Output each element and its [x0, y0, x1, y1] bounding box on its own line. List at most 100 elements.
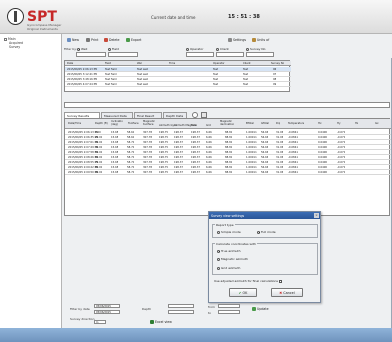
table-row[interactable]: 2015/06/05 2:08:26 PM 60.00 15.68 58.70 307.…	[65, 155, 391, 160]
excel-view-button[interactable]: Excel view	[150, 320, 172, 324]
survey-results-header: Data/Time Depth (ft) Inclination (deg) T…	[65, 119, 391, 129]
table-cell: 198.37	[191, 170, 201, 174]
print-button[interactable]: Print	[86, 38, 98, 42]
table-cell: 198.37	[174, 170, 184, 174]
filter-well-input[interactable]	[76, 52, 106, 57]
depth-from-input[interactable]	[168, 304, 194, 308]
table-cell: 6.66	[206, 165, 212, 169]
adjusted-azimuth-checkbox[interactable]: Use adjusted azimuth for final calculati…	[214, 279, 282, 283]
filter-client-input[interactable]	[216, 52, 244, 57]
ok-button[interactable]: ✔ OK	[229, 288, 257, 297]
table-row[interactable]: 2015/06/05 2:06:35 PM 20.00 15.68 58.60 307.…	[65, 135, 391, 140]
cancel-button[interactable]: ✖ Cancel	[271, 288, 303, 297]
date-to-input[interactable]: 05/06/2015	[94, 310, 120, 314]
toolbar: New Print Delete Export Settings Units o…	[62, 34, 392, 58]
magnetic-azimuth-radio[interactable]: Magnetic azimuth	[217, 257, 248, 261]
table-cell: 56.66	[261, 145, 269, 149]
table-cell: 56.66	[261, 150, 269, 154]
filter-option-well[interactable]: Well	[77, 47, 87, 51]
filter-option-field[interactable]: Field	[108, 47, 119, 51]
table-cell: 88.81	[225, 145, 233, 149]
table-cell: 2015/06/05 2:08:55 PM	[68, 160, 99, 164]
table-cell: 88.81	[225, 160, 233, 164]
units-button[interactable]: Units of	[252, 38, 269, 42]
table-cell: 198.75	[159, 135, 169, 139]
search-bar[interactable]	[64, 102, 390, 108]
table-cell: 198.75	[159, 140, 169, 144]
filter-option-operator[interactable]: Operator	[186, 47, 203, 51]
update-button[interactable]: Update	[252, 307, 269, 311]
table-cell: 198.75	[159, 130, 169, 134]
new-icon	[67, 38, 71, 42]
filter-option-client[interactable]: Client	[216, 47, 229, 51]
new-button[interactable]: New	[67, 38, 79, 42]
table-row[interactable]: 2015/06/05 4:07:24 PM Test field Test we…	[65, 82, 291, 87]
table-cell: 1.00011	[246, 170, 257, 174]
table-cell: 15.68	[111, 150, 119, 154]
filter-survey-input[interactable]	[246, 52, 274, 57]
date-from-input[interactable]: 05/06/2015	[94, 304, 120, 308]
range-to-input[interactable]	[218, 310, 240, 314]
expand-icon[interactable]	[4, 37, 7, 41]
table-row[interactable]: 2015/06/05 2:08:55 PM 70.00 15.68 58.70 307.…	[65, 160, 391, 165]
table-cell: 198.37	[174, 165, 184, 169]
table-cell: 88.81	[225, 170, 233, 174]
simple-mode-radio[interactable]: Simple mode	[217, 230, 241, 234]
delete-button[interactable]: Delete	[104, 38, 119, 42]
table-cell: 307.78	[143, 140, 153, 144]
full-mode-radio[interactable]: Full mode	[257, 230, 276, 234]
filter-operator-input[interactable]	[186, 52, 214, 57]
filter-option-survey-no[interactable]: Survey No	[246, 47, 265, 51]
delete-icon	[104, 38, 108, 42]
settings-button[interactable]: Settings	[228, 38, 246, 42]
table-cell: -0.0841	[288, 165, 299, 169]
header-bar: SPT Gyrocompass Manager Original Instrum…	[0, 0, 392, 34]
table-cell: 1.00011	[246, 135, 257, 139]
table-cell: 1.00011	[246, 160, 257, 164]
export-button[interactable]: Export	[126, 38, 141, 42]
table-cell: 198.75	[159, 155, 169, 159]
table-row[interactable]: 2015/06/05 2:07:01 PM 30.00 15.68 58.70 307.…	[65, 140, 391, 145]
table-row[interactable]: 2015/06/05 2:06:13 PM 0.00 15.68 58.60 307.7…	[65, 130, 391, 135]
table-cell: 56.66	[261, 155, 269, 159]
table-cell: 2015/06/05 2:07:58 PM	[68, 150, 99, 154]
current-time-value: 15 : 51 : 38	[228, 14, 260, 20]
table-row[interactable]: 2015/06/05 2:07:58 PM 50.00 15.68 58.70 307.…	[65, 150, 391, 155]
table-cell: 15.68	[111, 130, 119, 134]
table-cell: -0.070	[337, 150, 346, 154]
table-cell: 307.78	[143, 135, 153, 139]
survey-settings-dialog: Survey view settings × Report type Simpl…	[208, 211, 321, 303]
table-row[interactable]: 2015/06/05 2:07:29 PM 40.00 15.68 58.70 307.…	[65, 145, 391, 150]
table-cell: 2015/06/05 2:07:29 PM	[68, 145, 99, 149]
filter-field-input[interactable]	[108, 52, 138, 57]
range-from-input[interactable]	[218, 304, 240, 308]
survey-direction-select[interactable]: In	[94, 320, 106, 324]
navigation-tree: Main Acquired Survey	[0, 34, 62, 328]
depth-to-input[interactable]	[168, 310, 194, 314]
table-row[interactable]: 2015/06/05 3:12:41 PM Test field Test we…	[65, 72, 291, 77]
table-cell: 88.81	[225, 165, 233, 169]
table-cell: 0.0400	[318, 165, 328, 169]
table-cell: 15.68	[111, 155, 119, 159]
table-cell: 56.66	[261, 165, 269, 169]
tree-item-survey[interactable]: Survey	[9, 45, 20, 49]
table-cell: 6.66	[206, 140, 212, 144]
table-cell: 31.06	[276, 150, 284, 154]
table-cell: 198.37	[174, 140, 184, 144]
table-cell: 6.66	[206, 150, 212, 154]
table-cell: -0.070	[337, 140, 346, 144]
units-icon	[252, 38, 256, 42]
table-cell: 58.60	[127, 135, 135, 139]
table-row[interactable]: 2015/06/05 3:48:16 PM Test field Test we…	[65, 77, 291, 82]
table-cell: 58.70	[127, 165, 135, 169]
table-cell: 80.00	[95, 165, 103, 169]
table-cell: 198.37	[191, 150, 201, 154]
table-cell: -0.070	[337, 145, 346, 149]
true-azimuth-radio[interactable]: True azimuth	[217, 249, 240, 253]
table-row[interactable]: 2015/06/05 2:09:22 PM 80.00 15.68 58.70 307.…	[65, 165, 391, 170]
table-row[interactable]: 2015/06/05 2:06:13 PM Test field Test we…	[65, 67, 291, 72]
close-icon[interactable]: ×	[314, 213, 319, 218]
grid-azimuth-radio[interactable]: Grid azimuth	[217, 266, 240, 270]
table-row[interactable]: 2015/06/05 2:09:50 PM 90.00 15.68 58.70 307.…	[65, 170, 391, 175]
cross-icon: ✖	[279, 291, 283, 295]
